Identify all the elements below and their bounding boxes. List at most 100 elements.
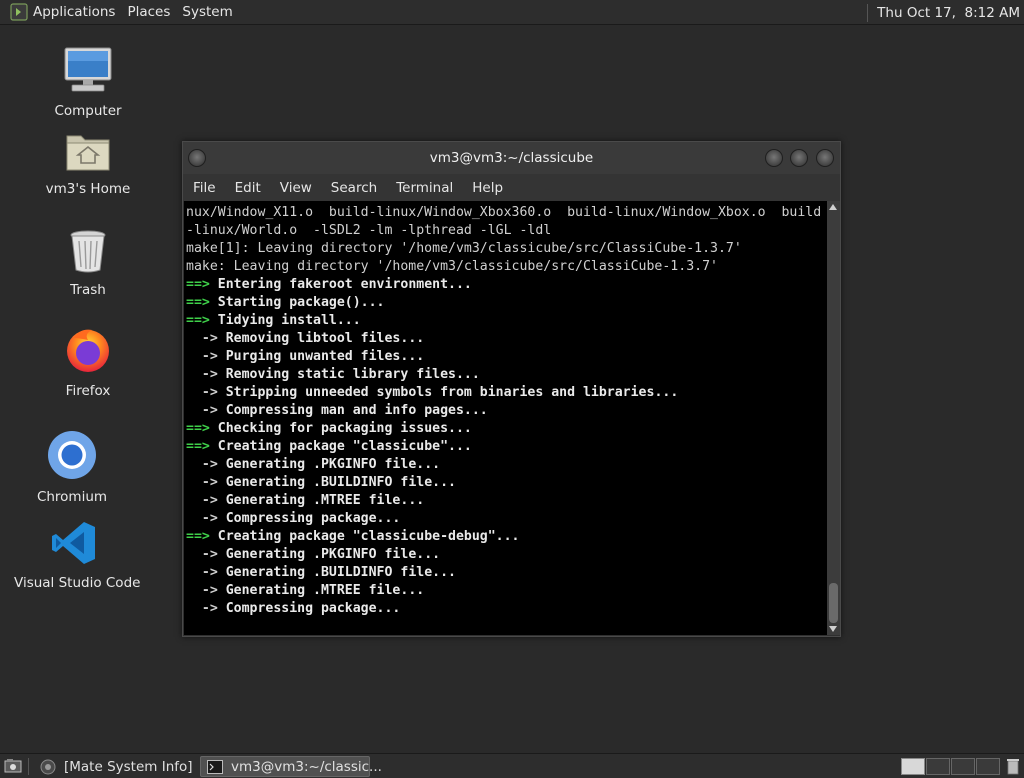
minimize-button[interactable] (765, 149, 783, 167)
bottom-panel: [Mate System Info] vm3@vm3:~/classic... (0, 753, 1024, 778)
terminal-line-prefix: ==> (186, 313, 210, 328)
terminal-line-text: Starting package()... (209, 295, 385, 310)
terminal-line: ==> Creating package "classicube"... (186, 438, 827, 456)
scroll-up-arrow-icon[interactable] (829, 204, 837, 210)
workspace-1[interactable] (901, 758, 925, 775)
terminal-line-text: Generating .PKGINFO file... (217, 457, 441, 472)
show-desktop-icon[interactable] (4, 758, 22, 778)
window-titlebar[interactable]: vm3@vm3:~/classicube (183, 142, 840, 174)
terminal-output[interactable]: nux/Window_X11.o build-linux/Window_Xbox… (184, 201, 827, 635)
terminal-line: ==> Creating package "classicube-debug".… (186, 528, 827, 546)
terminal-line-prefix: -> (186, 349, 218, 364)
terminal-line-text: make[1]: Leaving directory '/home/vm3/cl… (186, 241, 742, 256)
terminal-line-text: Stripping unneeded symbols from binaries… (217, 385, 679, 400)
desktop-icon-firefox[interactable]: Firefox (28, 326, 148, 399)
panel-separator (867, 3, 869, 22)
trash-icon (28, 229, 148, 277)
terminal-line: -> Compressing man and info pages... (186, 402, 827, 420)
terminal-line-text: make: Leaving directory '/home/vm3/class… (186, 259, 718, 274)
terminal-line: ==> Starting package()... (186, 294, 827, 312)
maximize-button[interactable] (790, 149, 808, 167)
computer-icon (28, 46, 148, 98)
terminal-line-text: Generating .MTREE file... (217, 493, 425, 508)
mate-menu-icon[interactable] (9, 2, 29, 22)
panel-separator (28, 758, 29, 775)
terminal-line-prefix: -> (186, 385, 218, 400)
taskbar-item-terminal[interactable]: vm3@vm3:~/classic... (200, 756, 382, 777)
clock-area: Thu Oct 17, 8:12 AM (867, 0, 1024, 25)
terminal-line-text: Generating .PKGINFO file... (217, 547, 441, 562)
terminal-line-text: Generating .MTREE file... (217, 583, 425, 598)
terminal-line-prefix: ==> (186, 529, 210, 544)
terminal-line-prefix: -> (186, 403, 218, 418)
trash-applet-icon[interactable] (1006, 758, 1020, 778)
terminal-line-text: Removing libtool files... (217, 331, 425, 346)
terminal-line-text: -linux/World.o -lSDL2 -lm -lpthread -lGL… (186, 223, 552, 238)
desktop-icon-label: Computer (54, 103, 122, 119)
chromium-icon (12, 430, 132, 484)
menu-view[interactable]: View (280, 180, 312, 196)
terminal-line: make[1]: Leaving directory '/home/vm3/cl… (186, 240, 827, 258)
window-title: vm3@vm3:~/classicube (429, 150, 594, 166)
terminal-line-text: Checking for packaging issues... (209, 421, 472, 436)
taskbar-item-label: vm3@vm3:~/classic... (231, 758, 382, 775)
terminal-line: -> Stripping unneeded symbols from binar… (186, 384, 827, 402)
terminal-line-text: Compressing man and info pages... (217, 403, 488, 418)
scroll-down-arrow-icon[interactable] (829, 626, 837, 632)
terminal-app-icon (207, 759, 223, 774)
terminal-line: nux/Window_X11.o build-linux/Window_Xbox… (186, 204, 827, 222)
desktop-icon-home[interactable]: vm3's Home (28, 130, 148, 197)
terminal-line: ==> Checking for packaging issues... (186, 420, 827, 438)
desktop-icon-trash[interactable]: Trash (28, 229, 148, 298)
clock[interactable]: Thu Oct 17, 8:12 AM (877, 5, 1020, 21)
app-icon (40, 759, 56, 775)
top-panel: Applications Places System Thu Oct 17, 8… (0, 0, 1024, 25)
terminal-line: -> Compressing package... (186, 510, 827, 528)
terminal-line-prefix: -> (186, 457, 218, 472)
terminal-line: ==> Entering fakeroot environment... (186, 276, 827, 294)
close-button[interactable] (816, 149, 834, 167)
desktop-icon-label: Chromium (36, 489, 108, 505)
terminal-line: -> Removing libtool files... (186, 330, 827, 348)
vscode-icon (14, 520, 134, 570)
terminal-line: -linux/World.o -lSDL2 -lm -lpthread -lGL… (186, 222, 827, 240)
places-menu[interactable]: Places (127, 4, 178, 20)
terminal-line-text: Entering fakeroot environment... (209, 277, 472, 292)
terminal-line: -> Generating .MTREE file... (186, 582, 827, 600)
terminal-line-text: Removing static library files... (217, 367, 480, 382)
terminal-line-prefix: -> (186, 367, 218, 382)
terminal-line-prefix: ==> (186, 421, 210, 436)
terminal-line: -> Removing static library files... (186, 366, 827, 384)
taskbar-item-mate-system-info[interactable]: [Mate System Info] (34, 756, 194, 777)
desktop-icon-vscode[interactable]: Visual Studio Code (14, 520, 141, 591)
menu-terminal[interactable]: Terminal (396, 180, 453, 196)
terminal-line-text: Generating .BUILDINFO file... (217, 475, 456, 490)
terminal-menubar: File Edit View Search Terminal Help (183, 174, 840, 201)
terminal-line-text: Creating package "classicube"... (209, 439, 472, 454)
terminal-line-text: Tidying install... (209, 313, 361, 328)
terminal-window[interactable]: vm3@vm3:~/classicube File Edit View Sear… (182, 141, 841, 637)
menu-edit[interactable]: Edit (235, 180, 261, 196)
system-menu[interactable]: System (182, 4, 240, 20)
workspace-4[interactable] (976, 758, 1000, 775)
workspace-3[interactable] (951, 758, 975, 775)
desktop-icon-computer[interactable]: Computer (28, 46, 148, 119)
desktop-icon-label: Visual Studio Code (14, 575, 141, 591)
terminal-line: -> Generating .PKGINFO file... (186, 456, 827, 474)
terminal-line-text: Creating package "classicube-debug"... (209, 529, 520, 544)
menu-file[interactable]: File (193, 180, 216, 196)
applications-menu[interactable]: Applications (33, 4, 123, 20)
desktop-icon-label: Firefox (65, 383, 111, 399)
terminal-line-prefix: -> (186, 331, 218, 346)
menu-search[interactable]: Search (331, 180, 377, 196)
terminal-line-prefix: -> (186, 511, 218, 526)
terminal-line-prefix: ==> (186, 277, 210, 292)
terminal-scrollbar[interactable] (827, 201, 840, 635)
scrollbar-thumb[interactable] (829, 583, 838, 623)
workspace-2[interactable] (926, 758, 950, 775)
firefox-icon (28, 326, 148, 378)
terminal-line: -> Generating .PKGINFO file... (186, 546, 827, 564)
menu-help[interactable]: Help (472, 180, 503, 196)
terminal-line: -> Purging unwanted files... (186, 348, 827, 366)
desktop-icon-chromium[interactable]: Chromium (12, 430, 132, 505)
